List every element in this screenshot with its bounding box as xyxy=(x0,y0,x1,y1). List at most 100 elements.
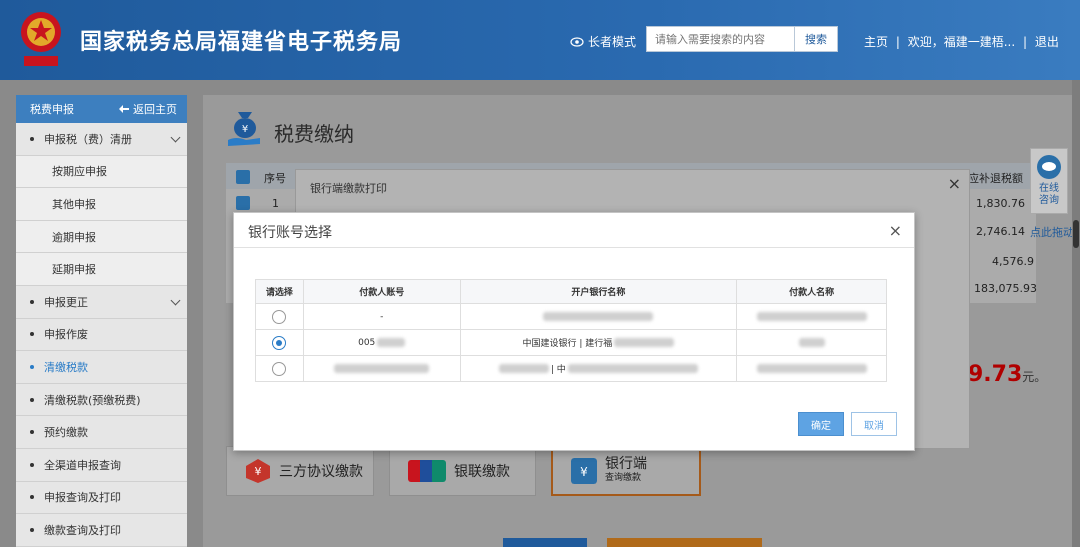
masked-text xyxy=(377,338,406,347)
sidebar-item-scheduled-pay[interactable]: 预约缴款 xyxy=(16,416,187,449)
tax-emblem-icon xyxy=(21,12,61,66)
sidebar-item-label: 其他申报 xyxy=(52,197,96,211)
sidebar-item-deferred[interactable]: 延期申报 xyxy=(16,253,187,286)
sidebar: 税费申报 返回主页 申报税（费）清册 按期应申报 其他申报 逾期申报 延期申报 … xyxy=(16,95,187,547)
link-separator: | xyxy=(895,35,900,49)
search-button[interactable]: 搜索 xyxy=(794,26,838,52)
back-home-button[interactable]: 返回主页 xyxy=(119,101,177,117)
total-amount: 9.73元。 xyxy=(968,362,1046,387)
sidebar-item-clear-prepaid[interactable]: 清缴税款(预缴税费) xyxy=(16,384,187,417)
online-consult-button[interactable]: 在线 咨询 xyxy=(1030,148,1068,214)
modal-title: 银行账号选择 xyxy=(248,225,332,241)
sidebar-item-all-channel[interactable]: 全渠道申报查询 xyxy=(16,449,187,482)
chat-bubble-icon xyxy=(1037,155,1061,179)
bottom-action-button[interactable] xyxy=(503,538,587,547)
bullet-icon xyxy=(30,430,34,435)
home-link[interactable]: 主页 xyxy=(864,35,888,49)
account-prefix: 005 xyxy=(358,337,376,348)
tripartite-icon: ¥ xyxy=(246,459,270,483)
elder-mode-label: 长者模式 xyxy=(588,35,637,49)
site-title: 国家税务总局福建省电子税务局 xyxy=(80,30,403,55)
welcome-user-link[interactable]: 欢迎，福建一建梧... xyxy=(908,35,1015,49)
bank-cell: 中国建设银行 | 建行福 xyxy=(459,329,738,356)
drag-handle-link[interactable]: 点此拖动 xyxy=(1030,224,1074,240)
back-home-label: 返回主页 xyxy=(133,103,177,116)
eye-icon xyxy=(570,36,584,47)
sidebar-item-declare-list[interactable]: 申报税（费）清册 xyxy=(16,123,187,156)
sidebar-header: 税费申报 返回主页 xyxy=(16,95,187,123)
tripartite-payment-option[interactable]: ¥ 三方协议缴款 xyxy=(226,446,374,496)
svg-text:¥: ¥ xyxy=(255,465,262,478)
search-input[interactable] xyxy=(646,26,794,52)
masked-text xyxy=(498,363,549,373)
bullet-icon xyxy=(30,527,34,532)
sidebar-item-label: 清缴税款 xyxy=(44,360,88,374)
svg-text:¥: ¥ xyxy=(580,465,588,479)
top-header: 国家税务总局福建省电子税务局 长者模式 搜索 主页 | 欢迎，福建一建梧... … xyxy=(0,0,1080,80)
bank-account-modal: 银行账号选择 × 请选择 付款人账号 开户银行名称 付款人名称 - 005 中国… xyxy=(233,212,915,451)
sidebar-item-label: 申报查询及打印 xyxy=(44,491,121,505)
sidebar-item-periodic[interactable]: 按期应申报 xyxy=(16,155,187,189)
sidebar-item-clear-tax[interactable]: 清缴税款 xyxy=(16,351,187,384)
account-radio[interactable] xyxy=(272,361,287,376)
bullet-icon xyxy=(30,397,34,402)
amount-cell: 1,830.76 xyxy=(976,197,1025,210)
bank-payment-option[interactable]: ¥ 银行端 查询缴款 xyxy=(551,446,701,496)
sidebar-item-label: 预约缴款 xyxy=(44,426,88,440)
page-title: 税费缴纳 xyxy=(274,122,354,146)
sidebar-title: 税费申报 xyxy=(30,103,74,116)
masked-text xyxy=(334,363,430,373)
amount-cell: 183,075.93 xyxy=(974,282,1037,295)
sidebar-item-label: 逾期申报 xyxy=(52,230,96,244)
sidebar-item-void[interactable]: 申报作废 xyxy=(16,319,187,352)
close-icon[interactable]: × xyxy=(948,174,961,193)
sidebar-item-correction[interactable]: 申报更正 xyxy=(16,286,187,319)
row-checkbox[interactable] xyxy=(236,196,250,210)
header-links: 主页 | 欢迎，福建一建梧... | 退出 xyxy=(862,33,1061,50)
payer-cell xyxy=(736,329,887,356)
account-cell: - xyxy=(302,303,461,330)
bank-option-text: 银行端 查询缴款 xyxy=(605,457,647,485)
column-header-select: 请选择 xyxy=(255,279,304,304)
table-header-row: 请选择 付款人账号 开户银行名称 付款人名称 xyxy=(255,279,887,304)
masked-text xyxy=(614,338,675,347)
sidebar-item-label: 申报税（费）清册 xyxy=(44,132,132,146)
column-header-account: 付款人账号 xyxy=(302,279,461,304)
bottom-action-button-secondary[interactable] xyxy=(607,538,762,547)
sidebar-item-label: 延期申报 xyxy=(52,263,96,277)
table-row[interactable]: - xyxy=(255,303,887,330)
logout-link[interactable]: 退出 xyxy=(1035,35,1059,49)
masked-text xyxy=(543,311,654,321)
elder-mode-toggle[interactable]: 长者模式 xyxy=(570,33,636,50)
cancel-button[interactable]: 取消 xyxy=(851,412,897,436)
masked-text xyxy=(798,337,825,347)
close-icon[interactable]: × xyxy=(889,221,902,240)
sidebar-item-declare-query[interactable]: 申报查询及打印 xyxy=(16,482,187,515)
payment-option-label: 银联缴款 xyxy=(454,464,510,480)
bank-name-text: | 中 xyxy=(550,364,566,375)
sidebar-item-payment-query[interactable]: 缴款查询及打印 xyxy=(16,514,187,547)
bank-account-table: 请选择 付款人账号 开户银行名称 付款人名称 - 005 中国建设银行 | 建行… xyxy=(255,279,887,382)
sidebar-item-label: 申报作废 xyxy=(44,328,88,342)
amount-cell: 4,576.9 xyxy=(992,255,1034,268)
table-row[interactable]: | 中 xyxy=(255,355,887,382)
payer-cell xyxy=(736,303,887,330)
bank-name-text: 中国建设银行 | 建行福 xyxy=(522,339,613,349)
page-scrollbar[interactable] xyxy=(1072,80,1080,547)
account-radio-selected[interactable] xyxy=(272,335,287,350)
sidebar-item-other[interactable]: 其他申报 xyxy=(16,188,187,221)
table-row[interactable]: 005 中国建设银行 | 建行福 xyxy=(255,329,887,356)
account-cell: 005 xyxy=(302,329,461,356)
amount-cell: 2,746.14 xyxy=(976,225,1025,238)
account-radio[interactable] xyxy=(272,309,287,324)
scrollbar-thumb[interactable] xyxy=(1073,220,1079,248)
select-all-checkbox[interactable] xyxy=(236,170,250,184)
confirm-button[interactable]: 确定 xyxy=(798,412,844,436)
chevron-down-icon xyxy=(170,132,181,143)
bullet-icon xyxy=(30,462,34,467)
payment-option-sublabel: 查询缴款 xyxy=(605,473,642,483)
sidebar-item-overdue[interactable]: 逾期申报 xyxy=(16,220,187,254)
unionpay-icon xyxy=(408,460,446,482)
unionpay-payment-option[interactable]: 银联缴款 xyxy=(389,446,536,496)
bank-cell: | 中 xyxy=(459,355,738,382)
